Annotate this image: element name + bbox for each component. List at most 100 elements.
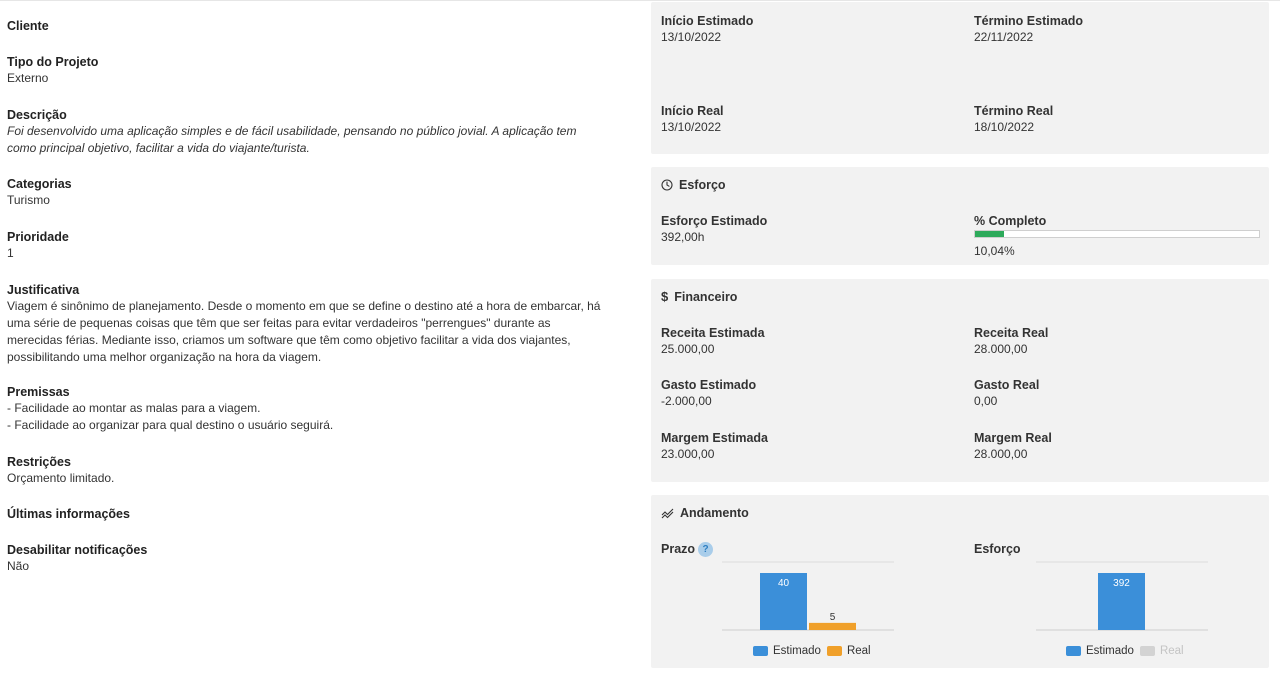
bar-real [809,622,856,630]
cell-label: Receita Real [974,326,1049,340]
cell-value: 28.000,00 [974,447,1028,461]
legend-label: Estimado [773,645,821,657]
field-label: Tipo do Projeto [7,55,99,69]
text-line: Foi desenvolvido uma aplicação simples e… [7,124,577,138]
percent-completo-value: 10,04% [974,243,1015,260]
field-value: - Facilidade ao montar as malas para a v… [7,400,627,434]
top-divider [0,0,1280,1]
prazo-legend: Estimado Real [753,645,871,657]
text-line: Viagem é sinônimo de planejamento. Desde… [7,299,601,313]
legend-label: Real [846,645,871,657]
field-justificativa: Justificativa Viagem é sinônimo de plane… [7,283,627,366]
field-restricoes: Restrições Orçamento limitado. [7,455,627,487]
receita-estimada: Receita Estimada 25.000,00 [661,325,765,358]
field-prioridade: Prioridade 1 [7,230,627,262]
progress-fill [975,231,1004,237]
help-icon[interactable]: ? [698,541,714,557]
data-label: 392 [1113,578,1130,589]
field-label: Restrições [7,455,71,469]
termino-real: Término Real 18/10/2022 [974,103,1053,136]
margem-estimada: Margem Estimada 23.000,00 [661,430,768,463]
termino-estimado: Término Estimado 22/11/2022 [974,13,1083,46]
field-value: Orçamento limitado. [7,471,115,485]
andamento-title: Andamento [661,506,749,520]
cell-value: 28.000,00 [974,342,1028,356]
data-label: 40 [778,578,790,589]
esforco-panel: Esforço Esforço Estimado 392,00h % Compl… [651,167,1269,265]
cell-label: Início Estimado [661,14,754,28]
text-line: - Facilidade ao organizar para qual dest… [7,418,334,432]
cell-value: 13/10/2022 [661,120,722,134]
legend-item-real[interactable]: Real [1139,645,1184,657]
legend-item-real[interactable]: Real [826,645,871,657]
field-value: Externo [7,71,49,85]
legend-label: Real [1159,645,1184,657]
inicio-estimado: Início Estimado 13/10/2022 [661,13,753,46]
field-label: Prioridade [7,230,69,244]
prazo-heading: Prazo ? [661,541,714,557]
legend-swatch [1139,646,1155,656]
prazo-label: Prazo [661,542,696,556]
cell-value: 392,00h [661,230,705,244]
cell-value: 25.000,00 [661,342,715,356]
field-desabilitar-notificacoes: Desabilitar notificações Não [7,543,627,575]
cell-label: Margem Real [974,431,1052,445]
field-value: Turismo [7,193,50,207]
panel-title-text: Andamento [680,506,749,520]
cell-label: Início Real [661,104,724,118]
text-line: como principal objetivo, facilitar a vid… [7,141,310,155]
cell-label: Esforço Estimado [661,214,768,228]
data-label: 5 [830,612,836,623]
dates-panel: Início Estimado 13/10/2022 Término Estim… [651,2,1269,154]
financeiro-title: $ Financeiro [661,289,737,304]
cell-value: -2.000,00 [661,394,712,408]
dollar-icon: $ [661,289,669,304]
esforco-chart-svg: 392 [1036,561,1208,631]
cell-label: Receita Estimada [661,326,765,340]
cell-value: 13/10/2022 [661,30,722,44]
cell-value: 0,00 [974,394,998,408]
text-line: merecidas férias. Mediante isso, criamos… [7,333,571,347]
inicio-real: Início Real 13/10/2022 [661,103,724,136]
field-cliente: Cliente [7,19,627,34]
field-tipo-projeto: Tipo do Projeto Externo [7,55,627,87]
receita-real: Receita Real 28.000,00 [974,325,1048,358]
field-label: Cliente [7,19,49,33]
esforco-title: Esforço [661,178,726,192]
legend-item-estimado[interactable]: Estimado [753,645,821,657]
gasto-real: Gasto Real 0,00 [974,377,1039,410]
legend-swatch [826,646,842,656]
field-ultimas-informacoes: Últimas informações [7,507,627,522]
esforco-estimado: Esforço Estimado 392,00h [661,213,767,246]
field-value: Foi desenvolvido uma aplicação simples e… [7,123,627,157]
financeiro-panel: $ Financeiro Receita Estimada 25.000,00 … [651,279,1269,482]
cell-value: 23.000,00 [661,447,715,461]
field-value: Não [7,559,30,573]
text-line: possibilitando uma melhor organização na… [7,350,322,364]
text-line: uma série de pequenas coisas que têm que… [7,316,551,330]
cell-label: Margem Estimada [661,431,768,445]
esforco-legend: Estimado Real [1066,645,1184,657]
legend-item-estimado[interactable]: Estimado [1066,645,1134,657]
field-label: Desabilitar notificações [7,543,148,557]
cell-value: 22/11/2022 [974,30,1034,44]
field-label: Categorias [7,177,72,191]
percent-completo-label: % Completo [974,213,1046,229]
cell-value: 10,04% [974,244,1015,258]
legend-swatch [753,646,768,656]
text-line: - Facilidade ao montar as malas para a v… [7,401,261,415]
progress-bar [974,230,1260,238]
field-label: Descrição [7,108,67,122]
field-value: Viagem é sinônimo de planejamento. Desde… [7,298,627,366]
cell-label: Término Estimado [974,14,1084,28]
legend-label: Estimado [1086,645,1134,657]
field-premissas: Premissas - Facilidade ao montar as mala… [7,385,627,434]
field-label: Premissas [7,385,70,399]
cell-value: 18/10/2022 [974,120,1035,134]
cell-label: % Completo [974,214,1047,228]
andamento-panel: Andamento Prazo ? Esforço 40 5 Estimado R… [651,495,1269,668]
field-label: Justificativa [7,283,80,297]
field-value: 1 [7,246,14,260]
legend-swatch [1066,646,1081,656]
cell-label: Gasto Estimado [661,378,757,392]
